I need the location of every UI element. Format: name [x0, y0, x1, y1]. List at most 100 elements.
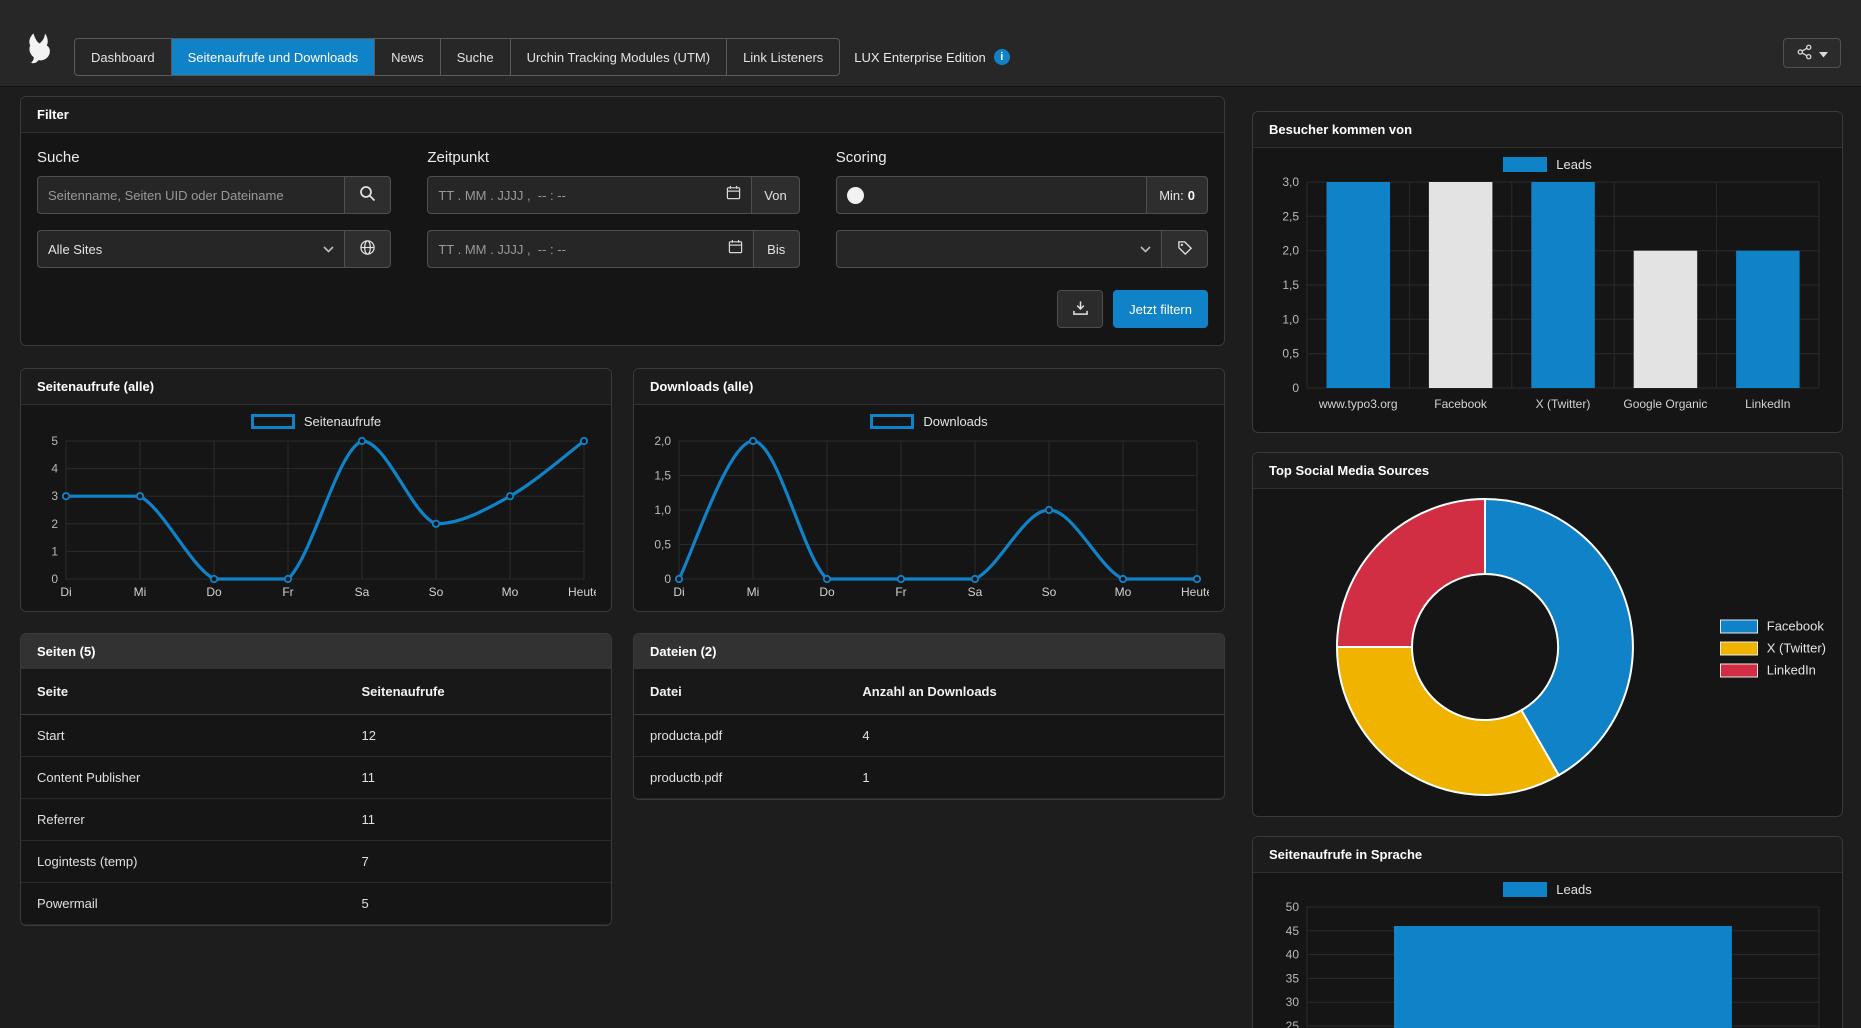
svg-text:Facebook: Facebook [1434, 397, 1488, 411]
svg-text:25: 25 [1285, 1019, 1299, 1028]
search-input[interactable] [48, 188, 334, 203]
table-cell: Content Publisher [21, 757, 346, 799]
svg-text:3,0: 3,0 [1282, 176, 1299, 189]
table-row: producta.pdf4 [634, 715, 1224, 757]
sprache-bar-chart: 05101520253035404550 [1269, 901, 1827, 1028]
svg-text:www.typo3.org: www.typo3.org [1317, 397, 1397, 411]
legend-item[interactable]: Facebook [1720, 619, 1826, 634]
chevron-down-icon [1140, 240, 1151, 258]
table-row: Content Publisher11 [21, 757, 611, 799]
scoring-label: Scoring [836, 149, 1208, 166]
table-cell: Powermail [21, 883, 346, 925]
svg-text:1: 1 [51, 544, 58, 558]
svg-text:5: 5 [51, 434, 58, 448]
date-to-button[interactable]: Bis [754, 230, 800, 268]
besucher-chart-panel: Besucher kommen von Leads 00,51,01,52,02… [1252, 111, 1843, 433]
svg-text:Mo: Mo [502, 585, 519, 599]
tab-seitenaufrufe-und-downloads[interactable]: Seitenaufrufe und Downloads [172, 39, 376, 75]
scoring-slider[interactable] [836, 176, 1148, 214]
svg-text:Heute: Heute [568, 585, 596, 599]
svg-text:So: So [1042, 585, 1057, 599]
calendar-icon[interactable] [726, 185, 741, 205]
svg-text:Di: Di [60, 585, 71, 599]
tab-suche[interactable]: Suche [441, 39, 511, 75]
chart-legend[interactable]: Seitenaufrufe [21, 405, 611, 429]
search-control [37, 176, 345, 214]
tab-news[interactable]: News [375, 39, 441, 75]
date-from-button[interactable]: Von [752, 176, 799, 214]
svg-text:Mi: Mi [747, 585, 760, 599]
search-icon [359, 185, 376, 205]
table-cell: 7 [346, 841, 612, 883]
svg-text:30: 30 [1285, 995, 1299, 1009]
legend-label: X (Twitter) [1767, 641, 1826, 656]
legend-swatch [1503, 882, 1547, 897]
legend-label: LinkedIn [1767, 663, 1816, 678]
svg-text:2,0: 2,0 [654, 434, 671, 448]
search-button[interactable] [345, 176, 391, 214]
main-tabs: DashboardSeitenaufrufe und DownloadsNews… [74, 38, 840, 76]
svg-text:Mo: Mo [1115, 585, 1132, 599]
export-download-button[interactable] [1057, 290, 1103, 328]
filter-panel-title: Filter [21, 97, 1224, 133]
date-to-input[interactable] [438, 242, 719, 257]
legend-swatch [1720, 619, 1758, 633]
download-icon [1072, 300, 1089, 319]
calendar-icon[interactable] [728, 239, 743, 259]
legend-label: Facebook [1767, 619, 1824, 634]
category-select[interactable] [836, 230, 1162, 268]
legend-label: Seitenaufrufe [304, 414, 381, 429]
site-select-value: Alle Sites [48, 242, 315, 257]
date-from-control [427, 176, 752, 214]
globe-icon [359, 239, 376, 259]
tab-urchin-tracking-modules-utm[interactable]: Urchin Tracking Modules (UTM) [511, 39, 728, 75]
table-cell: 4 [846, 715, 1224, 757]
legend-label: Downloads [923, 414, 987, 429]
chart-legend[interactable]: Leads [1253, 148, 1842, 172]
edition-label: LUX Enterprise Edition [854, 50, 986, 65]
site-select[interactable]: Alle Sites [37, 230, 345, 268]
svg-text:Do: Do [206, 585, 222, 599]
tab-link-listeners[interactable]: Link Listeners [727, 39, 839, 75]
table-cell: 12 [346, 715, 612, 757]
share-menu-button[interactable] [1783, 38, 1841, 68]
dateien-table: DateiAnzahl an Downloadsproducta.pdf4pro… [634, 669, 1224, 799]
module-content: Filter Suche [0, 87, 1861, 1028]
scoring-min-value: 0 [1188, 188, 1195, 203]
panel-title: Downloads (alle) [634, 369, 1224, 405]
jetzt-filtern-button[interactable]: Jetzt filtern [1113, 290, 1208, 328]
topbar: DashboardSeitenaufrufe und DownloadsNews… [0, 0, 1861, 87]
filter-panel: Filter Suche [20, 96, 1225, 346]
svg-text:0: 0 [1292, 381, 1299, 395]
table-title: Seiten (5) [21, 634, 611, 669]
table-row: Start12 [21, 715, 611, 757]
donut-legend: Facebook X (Twitter) LinkedIn [1720, 619, 1826, 678]
svg-text:2,5: 2,5 [1282, 209, 1299, 223]
column-header: Datei [634, 669, 846, 715]
table-row: productb.pdf1 [634, 757, 1224, 799]
svg-text:1,0: 1,0 [654, 503, 671, 517]
sprache-chart-panel: Seitenaufrufe in Sprache Leads 051015202… [1252, 836, 1843, 1028]
info-icon[interactable]: i [994, 49, 1010, 65]
search-label: Suche [37, 149, 391, 166]
legend-item[interactable]: LinkedIn [1720, 663, 1826, 678]
category-tag-button[interactable] [1162, 230, 1208, 268]
filter-time-column: Zeitpunkt Von [427, 149, 799, 268]
chart-legend[interactable]: Downloads [634, 405, 1224, 429]
filter-search-column: Suche [37, 149, 391, 268]
date-from-input[interactable] [438, 188, 718, 203]
column-header: Anzahl an Downloads [846, 669, 1224, 715]
table-title: Dateien (2) [634, 634, 1224, 669]
chart-legend[interactable]: Leads [1253, 873, 1842, 897]
legend-label: Leads [1556, 882, 1591, 897]
downloads-chart-panel: Downloads (alle) Downloads 00,51,01,52,0… [633, 368, 1225, 612]
svg-text:Heute: Heute [1181, 585, 1209, 599]
slider-handle[interactable] [847, 187, 864, 204]
tab-dashboard[interactable]: Dashboard [75, 39, 172, 75]
table-cell: 11 [346, 757, 612, 799]
site-globe-button[interactable] [345, 230, 391, 268]
tag-icon [1177, 240, 1193, 259]
legend-item[interactable]: X (Twitter) [1720, 641, 1826, 656]
svg-text:1,5: 1,5 [654, 469, 671, 483]
table-cell: 11 [346, 799, 612, 841]
